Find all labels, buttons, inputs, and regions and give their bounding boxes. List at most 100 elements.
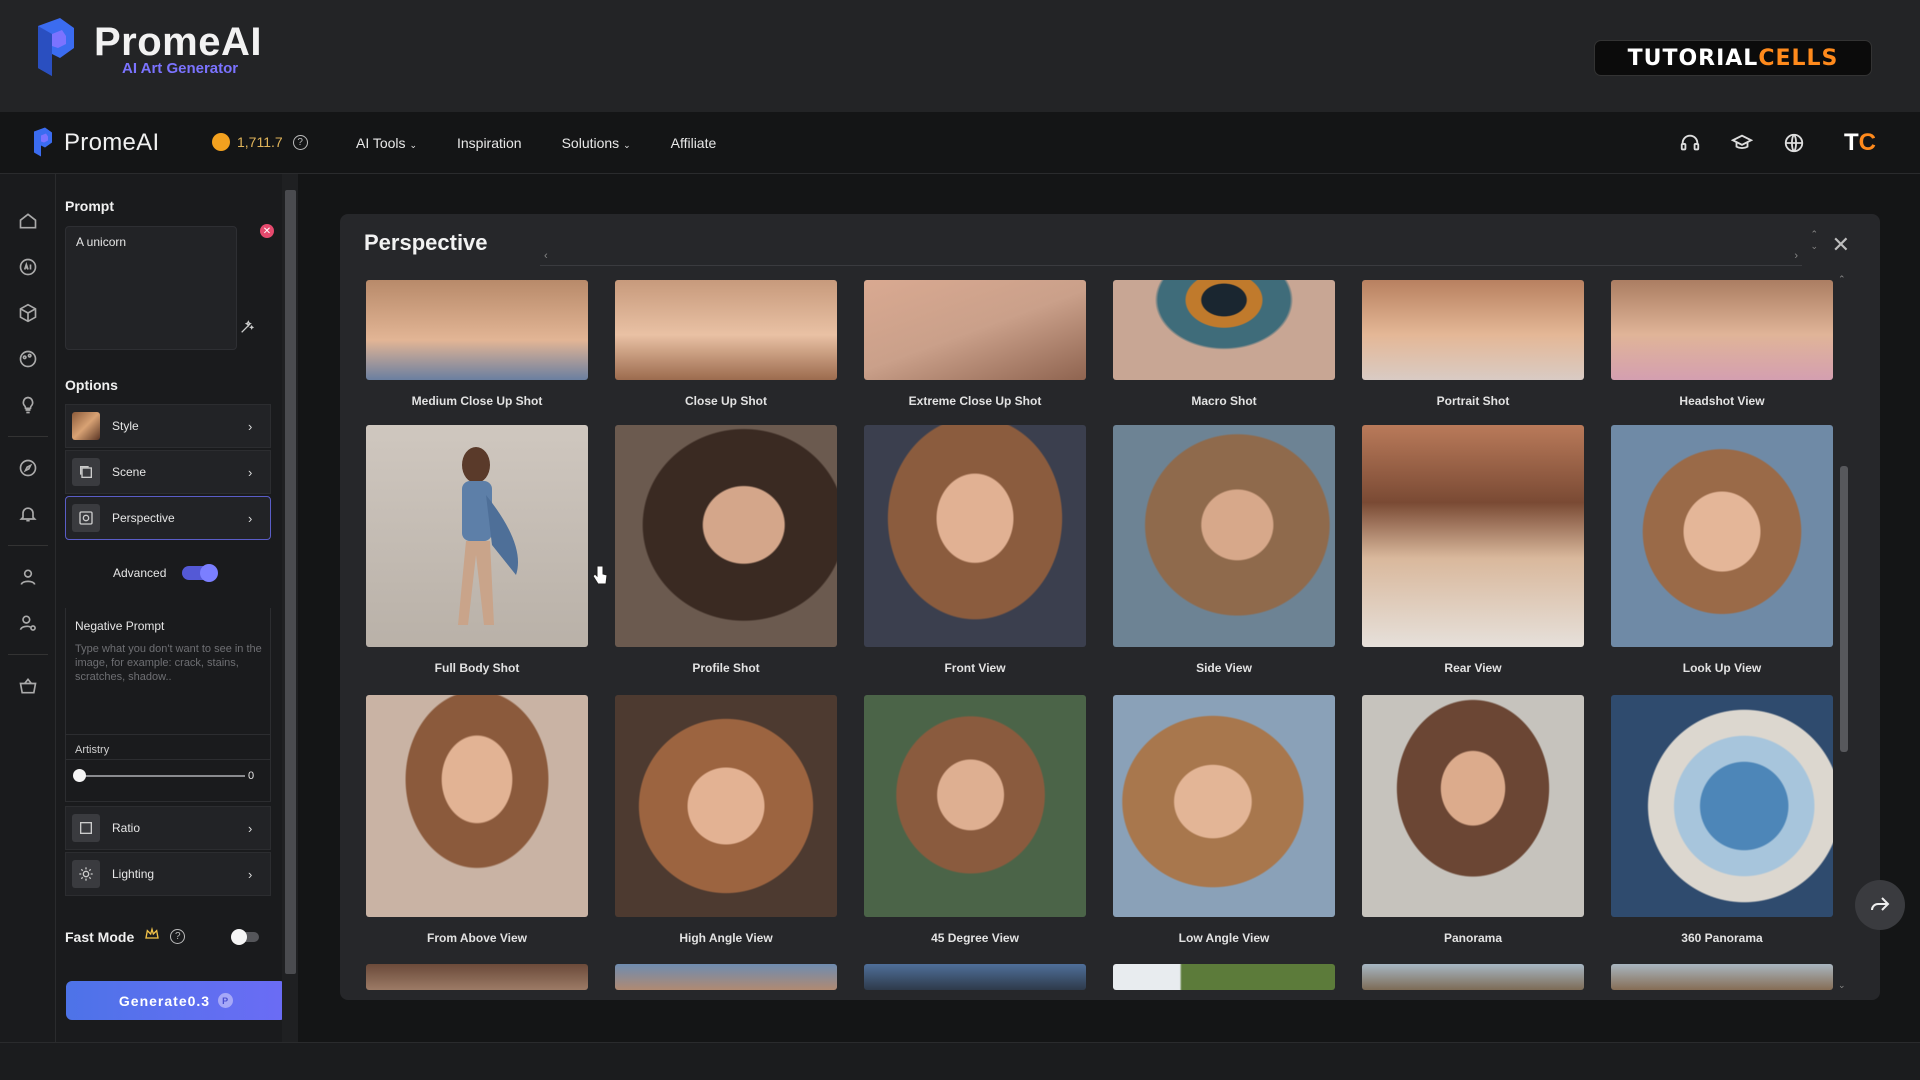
promeai-small-logo-icon: [34, 127, 52, 157]
panel-scrollbar-thumb[interactable]: [285, 190, 296, 974]
fast-mode-label: Fast Mode: [65, 928, 135, 945]
style-thumbnail: [72, 412, 100, 440]
perspective-card[interactable]: [1362, 964, 1584, 990]
perspective-label: Side View: [1196, 661, 1252, 675]
bell-icon[interactable]: [0, 491, 56, 537]
scroll-up-icon[interactable]: ⌃: [1838, 274, 1846, 285]
graduation-cap-icon[interactable]: [1726, 127, 1758, 159]
perspective-card[interactable]: [615, 964, 837, 990]
perspective-card[interactable]: Full Body Shot: [366, 425, 588, 675]
artistry-slider-handle[interactable]: [73, 769, 86, 782]
user-settings-icon[interactable]: [0, 600, 56, 646]
navbar: PromeAI 1,711.7 ? AI Tools ⌄ Inspiration…: [0, 112, 1920, 174]
perspective-thumbnail: [615, 695, 837, 917]
perspective-card[interactable]: Side View: [1113, 425, 1335, 675]
panel-scrollbar[interactable]: [282, 174, 298, 1042]
option-scene[interactable]: Scene ›: [65, 450, 271, 494]
fast-mode-row: Fast Mode ?: [65, 926, 275, 947]
palette-icon[interactable]: [0, 336, 56, 382]
perspective-card[interactable]: [864, 964, 1086, 990]
grid-scrollbar-thumb[interactable]: [1840, 466, 1848, 752]
perspective-thumbnail: [366, 695, 588, 917]
nav-logo-name: PromeAI: [64, 129, 160, 156]
headset-icon[interactable]: [1674, 127, 1706, 159]
perspective-thumbnail: [1362, 695, 1584, 917]
perspective-card[interactable]: Front View: [864, 425, 1086, 675]
modal-scroll-arrows[interactable]: ⌃ ⌄: [1810, 228, 1818, 252]
chevron-right-icon: ›: [248, 510, 253, 526]
perspective-card[interactable]: High Angle View: [615, 695, 837, 945]
chevron-left-icon[interactable]: ‹: [544, 250, 548, 262]
perspective-card[interactable]: Portrait Shot: [1362, 280, 1584, 408]
globe-icon[interactable]: [1778, 127, 1810, 159]
perspective-label: Headshot View: [1679, 394, 1765, 408]
perspective-thumbnail: [864, 964, 1086, 990]
perspective-label: Close Up Shot: [684, 394, 767, 408]
help-icon[interactable]: ?: [170, 929, 186, 944]
option-lighting[interactable]: Lighting ›: [65, 852, 271, 896]
grid-scrollbar[interactable]: ⌃ ⌄: [1838, 274, 1848, 991]
ai-icon[interactable]: [0, 244, 56, 290]
perspective-thumbnail: [615, 280, 837, 380]
nav-menu: AI Tools ⌄ Inspiration Solutions ⌄ Affil…: [356, 112, 756, 174]
perspective-label: Rear View: [1444, 661, 1502, 675]
user-icon[interactable]: [0, 554, 56, 600]
tc-text-2: CELLS: [1758, 45, 1839, 71]
perspective-card[interactable]: Close Up Shot: [615, 280, 837, 408]
option-style[interactable]: Style ›: [65, 404, 271, 448]
perspective-thumbnail: [366, 964, 588, 990]
perspective-card[interactable]: From Above View: [366, 695, 588, 945]
perspective-card[interactable]: Panorama: [1362, 695, 1584, 945]
magic-wand-icon[interactable]: [239, 319, 255, 340]
chevron-right-icon: ›: [248, 464, 253, 480]
perspective-card[interactable]: Extreme Close Up Shot: [864, 280, 1086, 408]
share-button[interactable]: [1855, 880, 1905, 930]
perspective-thumbnail: [864, 280, 1086, 380]
option-ratio[interactable]: Ratio ›: [65, 806, 271, 850]
cube-icon[interactable]: [0, 290, 56, 336]
help-icon[interactable]: ?: [292, 134, 308, 150]
prompt-title: Prompt: [65, 198, 114, 214]
user-avatar[interactable]: TC: [1840, 127, 1880, 159]
perspective-card[interactable]: 360 Panorama: [1611, 695, 1833, 945]
perspective-card[interactable]: Medium Close Up Shot: [366, 280, 588, 408]
clear-prompt-icon[interactable]: ✕: [260, 224, 274, 238]
modal-title: Perspective: [364, 230, 488, 255]
option-perspective[interactable]: Perspective ›: [65, 496, 271, 540]
perspective-card[interactable]: Macro Shot: [1113, 280, 1335, 408]
shop-basket-icon[interactable]: [0, 663, 56, 709]
perspective-card[interactable]: [1113, 964, 1335, 990]
generate-button[interactable]: Generate0.3 P: [66, 981, 286, 1020]
artistry-slider-track[interactable]: [75, 775, 245, 777]
nav-item-affiliate[interactable]: Affiliate: [671, 135, 717, 151]
perspective-card[interactable]: [366, 964, 588, 990]
nav-item-inspiration[interactable]: Inspiration: [457, 135, 522, 151]
fast-mode-toggle[interactable]: [231, 929, 259, 945]
perspective-card[interactable]: Low Angle View: [1113, 695, 1335, 945]
perspective-thumbnail: [1611, 695, 1833, 917]
perspective-card[interactable]: Look Up View: [1611, 425, 1833, 675]
advanced-label: Advanced: [113, 566, 167, 580]
nav-item-solutions[interactable]: Solutions ⌄: [562, 135, 631, 151]
perspective-card[interactable]: Rear View: [1362, 425, 1584, 675]
home-icon[interactable]: [0, 198, 56, 244]
compass-icon[interactable]: [0, 445, 56, 491]
perspective-card[interactable]: Profile Shot: [615, 425, 837, 675]
close-icon[interactable]: ✕: [1832, 232, 1850, 258]
chevron-right-icon[interactable]: ›: [1794, 250, 1798, 262]
options-title: Options: [65, 377, 118, 393]
modal-tab-strip: ‹ ›: [540, 250, 1802, 266]
perspective-card[interactable]: [1611, 964, 1833, 990]
artistry-value: 0: [248, 770, 255, 782]
promeai-logo-icon: [30, 18, 82, 80]
nav-logo[interactable]: PromeAI: [30, 126, 159, 160]
perspective-icon: [72, 504, 100, 532]
perspective-thumbnail: [1113, 695, 1335, 917]
advanced-toggle[interactable]: [182, 564, 219, 582]
lightbulb-icon[interactable]: [0, 382, 56, 428]
perspective-card[interactable]: Headshot View: [1611, 280, 1833, 408]
prompt-input[interactable]: A unicorn: [65, 226, 237, 350]
scroll-down-icon[interactable]: ⌄: [1838, 980, 1846, 991]
perspective-card[interactable]: 45 Degree View: [864, 695, 1086, 945]
nav-item-ai-tools[interactable]: AI Tools ⌄: [356, 135, 417, 151]
